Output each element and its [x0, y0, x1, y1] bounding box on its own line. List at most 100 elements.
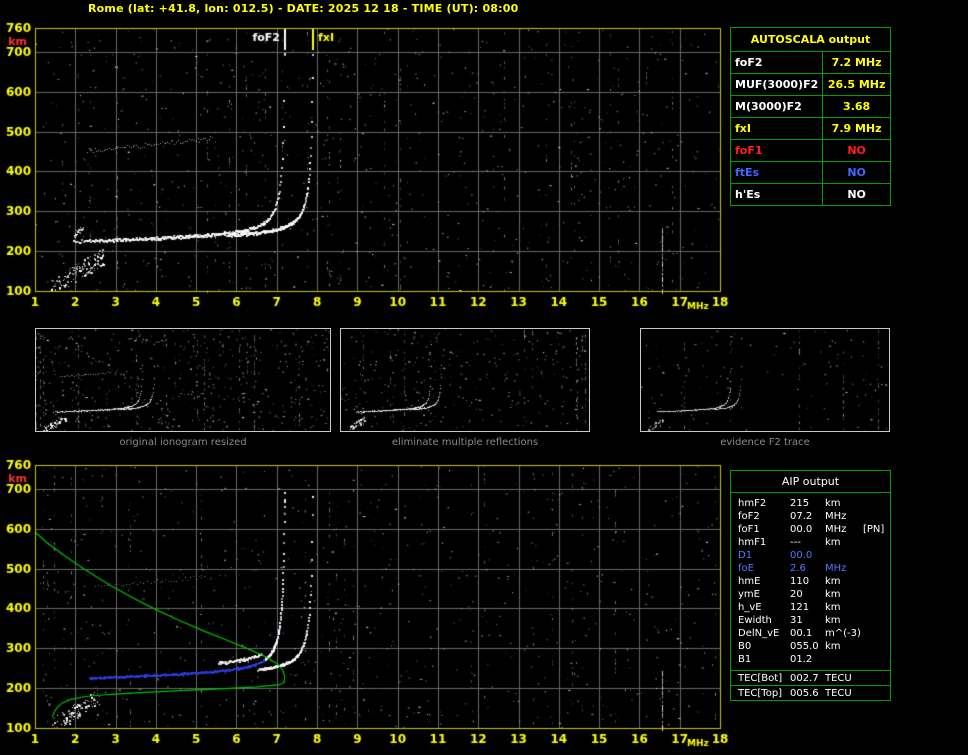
aip-param-extra — [863, 601, 890, 614]
aip-param-name: DelN_vE — [738, 627, 790, 640]
top-ionogram-chart — [0, 16, 730, 318]
aip-param-unit: km — [825, 640, 863, 653]
autoscala-param-label: ftEs — [731, 162, 823, 184]
aip-row: D100.0 — [738, 549, 890, 562]
aip-row: DelN_vE00.1m^(-3) — [738, 627, 890, 640]
aip-param-unit: km — [825, 588, 863, 601]
autoscala-param-value: NO — [823, 140, 891, 162]
autoscala-row: ftEsNO — [731, 162, 891, 184]
aip-param-value: --- — [790, 536, 825, 549]
aip-param-name: foF1 — [738, 523, 790, 536]
aip-param-unit: km — [825, 614, 863, 627]
autoscala-param-label: fxI — [731, 118, 823, 140]
aip-param-extra — [863, 653, 890, 666]
aip-param-name: hmE — [738, 575, 790, 588]
aip-param-value: 20 — [790, 588, 825, 601]
aip-param-name: foF2 — [738, 510, 790, 523]
aip-param-unit: MHz — [825, 562, 863, 575]
tec-unit: TECU — [825, 686, 890, 700]
tec-name: TEC[Bot] — [738, 671, 790, 685]
autoscala-param-value: 26.5 MHz — [823, 74, 891, 96]
aip-param-unit: km — [825, 497, 863, 510]
autoscala-param-label: h'Es — [731, 184, 823, 206]
aip-param-unit — [825, 653, 863, 666]
aip-row: foF207.2MHz — [738, 510, 890, 523]
aip-param-extra — [863, 549, 890, 562]
autoscala-param-label: foF2 — [731, 52, 823, 74]
aip-param-value: 215 — [790, 497, 825, 510]
tec-name: TEC[Top] — [738, 686, 790, 700]
aip-tec-row: TEC[Top]005.6TECU — [731, 685, 890, 700]
autoscala-param-label: M(3000)F2 — [731, 96, 823, 118]
aip-param-value: 110 — [790, 575, 825, 588]
aip-param-unit: km — [825, 575, 863, 588]
aip-param-name: ymE — [738, 588, 790, 601]
aip-param-unit: MHz — [825, 510, 863, 523]
aip-param-value: 00.0 — [790, 549, 825, 562]
thumbnail-caption-original: original ionogram resized — [35, 437, 331, 448]
thumbnail-caption-evidence: evidence F2 trace — [640, 437, 890, 448]
aip-panel: AIP output hmF2215kmfoF207.2MHzfoF100.0M… — [730, 470, 891, 701]
autoscala-row: foF1NO — [731, 140, 891, 162]
aip-param-extra — [863, 640, 890, 653]
aip-param-unit: km — [825, 601, 863, 614]
aip-row: foF100.0MHz[PN] — [738, 523, 890, 536]
aip-row: B101.2 — [738, 653, 890, 666]
aip-param-unit: km — [825, 536, 863, 549]
thumbnail-original-ionogram — [35, 328, 331, 432]
thumbnail-evidence-f2 — [640, 328, 890, 432]
aip-row: ymE20km — [738, 588, 890, 601]
autoscala-param-value: 3.68 — [823, 96, 891, 118]
aip-param-value: 00.1 — [790, 627, 825, 640]
aip-param-name: h_vE — [738, 601, 790, 614]
aip-row: h_vE121km — [738, 601, 890, 614]
aip-row: B0055.0km — [738, 640, 890, 653]
station-header: Rome (lat: +41.8, lon: 012.5) - DATE: 20… — [88, 2, 518, 15]
aip-param-value: 121 — [790, 601, 825, 614]
aip-tec-row: TEC[Bot]002.7TECU — [731, 670, 890, 685]
aip-param-name: Ewidth — [738, 614, 790, 627]
aip-param-value: 055.0 — [790, 640, 825, 653]
aip-param-unit — [825, 549, 863, 562]
aip-param-unit: MHz — [825, 523, 863, 536]
autoscala-param-label: MUF(3000)F2 — [731, 74, 823, 96]
aip-param-name: D1 — [738, 549, 790, 562]
autoscala-row: h'EsNO — [731, 184, 891, 206]
aip-param-value: 01.2 — [790, 653, 825, 666]
aip-param-extra — [863, 588, 890, 601]
aip-param-extra — [863, 497, 890, 510]
thumbnail-eliminate-canvas — [341, 329, 589, 431]
autoscala-table: AUTOSCALA output foF27.2 MHzMUF(3000)F22… — [730, 27, 891, 206]
autoscala-param-value: 7.2 MHz — [823, 52, 891, 74]
autoscala-param-value: NO — [823, 184, 891, 206]
aip-rows: hmF2215kmfoF207.2MHzfoF100.0MHz[PN]hmF1-… — [731, 493, 890, 670]
aip-tec-section: TEC[Bot]002.7TECUTEC[Top]005.6TECU — [731, 670, 890, 700]
aip-param-value: 00.0 — [790, 523, 825, 536]
tec-value: 002.7 — [790, 671, 825, 685]
thumbnail-original-canvas — [36, 329, 330, 431]
aip-row: hmF2215km — [738, 497, 890, 510]
autoscala-row: foF27.2 MHz — [731, 52, 891, 74]
aip-param-extra: [PN] — [863, 523, 890, 536]
autoscala-title-row: AUTOSCALA output — [731, 28, 891, 52]
aip-title: AIP output — [731, 471, 890, 493]
aip-row: foE2.6MHz — [738, 562, 890, 575]
aip-param-name: hmF2 — [738, 497, 790, 510]
tec-unit: TECU — [825, 671, 890, 685]
thumbnail-evidence-canvas — [641, 329, 889, 431]
aip-param-name: B0 — [738, 640, 790, 653]
aip-param-extra — [863, 562, 890, 575]
autoscala-row: M(3000)F23.68 — [731, 96, 891, 118]
aip-row: hmF1---km — [738, 536, 890, 549]
bottom-ionogram-chart — [0, 453, 730, 755]
autoscala-title: AUTOSCALA output — [731, 28, 891, 52]
aip-param-extra — [863, 575, 890, 588]
aip-param-value: 07.2 — [790, 510, 825, 523]
aip-param-extra — [863, 627, 890, 640]
aip-row: hmE110km — [738, 575, 890, 588]
autoscala-param-value: 7.9 MHz — [823, 118, 891, 140]
aip-param-name: foE — [738, 562, 790, 575]
aip-param-extra — [863, 614, 890, 627]
aip-row: Ewidth31km — [738, 614, 890, 627]
aip-param-value: 31 — [790, 614, 825, 627]
